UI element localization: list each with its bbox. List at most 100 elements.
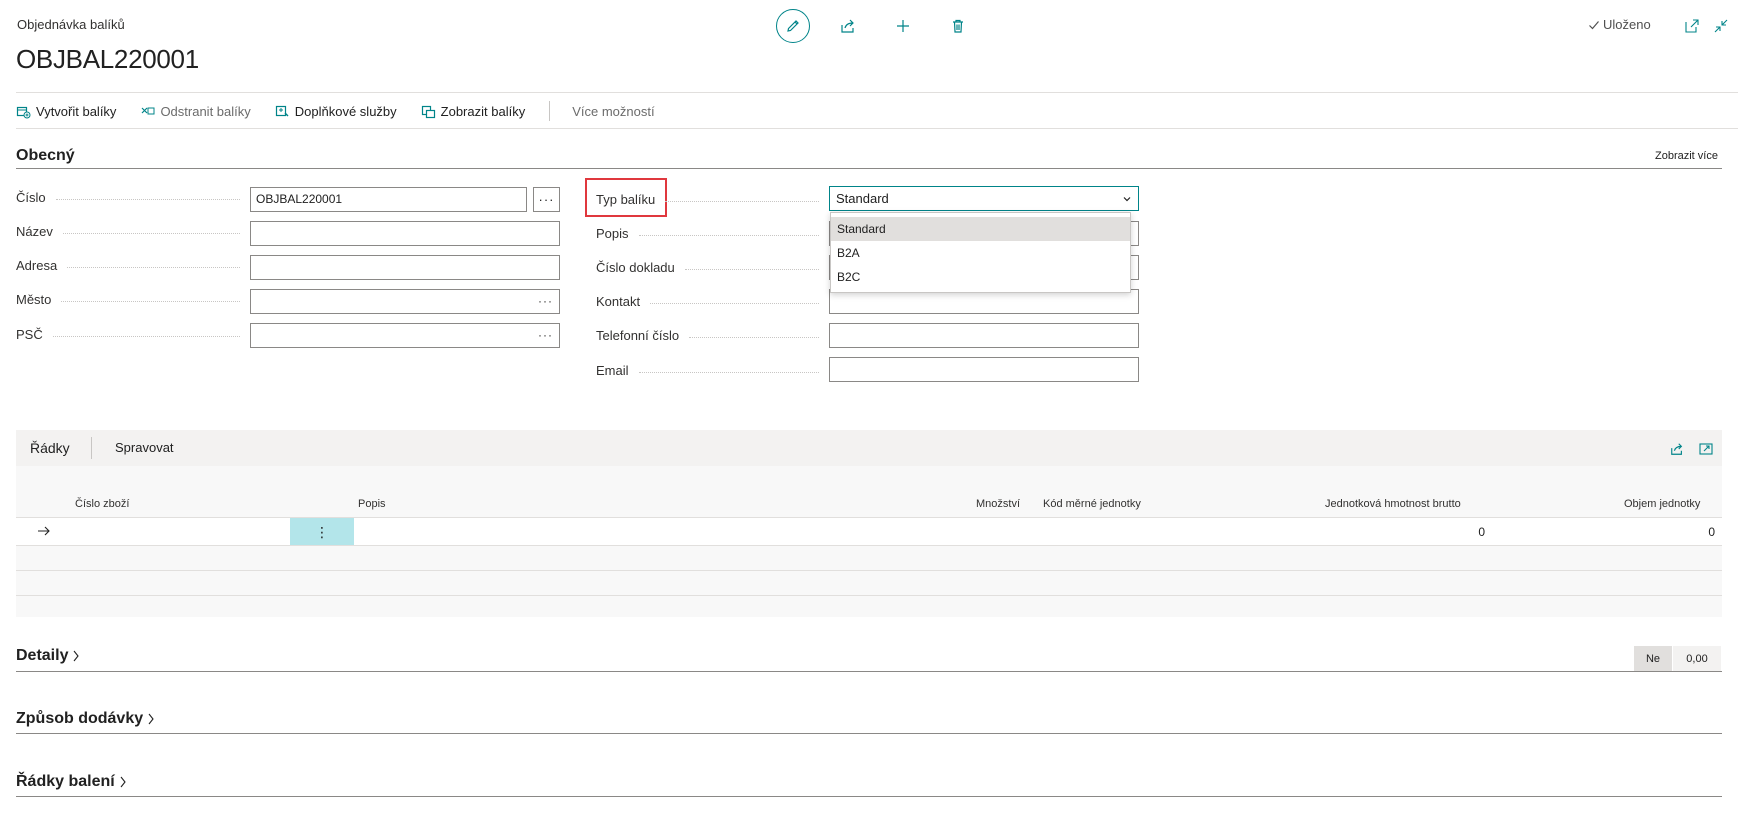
tab-lines[interactable]: Řádky	[30, 440, 70, 456]
pencil-icon	[785, 18, 801, 34]
field-package-type: Typ balíku	[596, 192, 829, 207]
packing-lines-section-line	[16, 796, 1722, 797]
collapse-button[interactable]	[1712, 17, 1730, 35]
field-number: Číslo	[16, 190, 250, 205]
additional-services-icon	[275, 104, 290, 119]
col-gross-weight[interactable]: Jednotková hmotnost brutto	[1325, 498, 1461, 510]
row-actions-button[interactable]: ⋮	[290, 518, 354, 545]
field-contact: Kontakt	[596, 294, 829, 309]
share-icon	[840, 18, 856, 34]
create-packages-button[interactable]: Vytvořit balíky	[16, 104, 116, 119]
show-packages-label: Zobrazit balíky	[440, 103, 526, 119]
more-options-label: Více možností	[572, 103, 655, 119]
more-vertical-icon: ⋮	[315, 523, 329, 540]
delete-button[interactable]	[941, 9, 975, 43]
col-quantity[interactable]: Množství	[976, 498, 1020, 510]
phone-input[interactable]	[829, 323, 1139, 348]
action-bar: Vytvořit balíky Odstranit balíky Doplňko…	[16, 100, 679, 122]
col-item-number[interactable]: Číslo zboží	[75, 498, 129, 510]
delivery-section-title[interactable]: Způsob dodávky	[16, 710, 155, 728]
trash-icon	[950, 18, 966, 34]
delivery-label: Způsob dodávky	[16, 710, 144, 727]
field-address: Adresa	[16, 258, 250, 273]
saved-status: Uloženo	[1588, 17, 1651, 32]
new-button[interactable]	[886, 9, 920, 43]
field-doc-number: Číslo dokladu	[596, 260, 829, 275]
show-more-link[interactable]: Zobrazit více	[1655, 150, 1718, 162]
field-address-label: Adresa	[16, 258, 58, 273]
address-input[interactable]	[250, 255, 560, 280]
name-input[interactable]	[250, 221, 560, 246]
show-packages-button[interactable]: Zobrazit balíky	[421, 103, 526, 119]
field-doc-number-label: Číslo dokladu	[596, 260, 675, 275]
open-new-window-button[interactable]	[1683, 17, 1701, 35]
delivery-section-line	[16, 733, 1722, 734]
chevron-right-icon	[147, 712, 155, 726]
chevron-right-icon	[119, 775, 127, 789]
details-label: Detaily	[16, 647, 69, 664]
grid-row-line	[16, 545, 1722, 546]
actionbar-divider	[16, 128, 1738, 129]
tab-manage[interactable]: Spravovat	[115, 440, 174, 455]
lines-expand-button[interactable]	[1697, 440, 1715, 458]
field-name: Název	[16, 224, 250, 239]
number-input[interactable]: OBJBAL220001	[250, 187, 527, 212]
table-row[interactable]	[16, 518, 1722, 545]
breadcrumb: Objednávka balíků	[17, 17, 125, 32]
details-section-line	[16, 671, 1722, 672]
number-lookup-button[interactable]: ···	[533, 187, 560, 212]
zip-lookup-icon[interactable]: ···	[538, 328, 553, 342]
email-input[interactable]	[829, 357, 1139, 382]
remove-packages-icon	[140, 104, 155, 119]
cell-gross-weight[interactable]: 0	[1470, 525, 1485, 539]
package-type-select[interactable]: Standard	[829, 186, 1139, 211]
field-email: Email	[596, 363, 829, 378]
share-button[interactable]	[831, 9, 865, 43]
field-package-type-label: Typ balíku	[596, 192, 656, 207]
field-phone-label: Telefonní číslo	[596, 328, 680, 343]
more-options-button[interactable]: Více možností	[572, 104, 654, 119]
general-section-line	[16, 168, 1722, 169]
remove-packages-button[interactable]: Odstranit balíky	[140, 104, 251, 119]
plus-icon	[895, 18, 911, 34]
col-uom[interactable]: Kód měrné jednotky	[1043, 498, 1141, 510]
tab-separator	[91, 437, 92, 459]
grid-row-line	[16, 595, 1722, 596]
ellipsis-icon: ···	[538, 192, 555, 207]
field-contact-label: Kontakt	[596, 294, 641, 309]
package-type-value: Standard	[836, 191, 889, 206]
share-icon	[1670, 442, 1684, 456]
city-input[interactable]: ···	[250, 289, 560, 314]
action-separator	[549, 101, 551, 121]
general-section-title[interactable]: Obecný	[16, 147, 75, 165]
dropdown-option[interactable]: B2A	[831, 241, 1130, 265]
lines-share-button[interactable]	[1668, 440, 1686, 458]
chevron-down-icon	[1122, 194, 1132, 204]
package-type-dropdown: Standard B2A B2C	[830, 212, 1131, 293]
collapse-icon	[1714, 19, 1728, 33]
lines-toolbar	[16, 430, 1722, 466]
col-description[interactable]: Popis	[358, 498, 386, 510]
city-lookup-icon[interactable]: ···	[538, 294, 553, 308]
packing-lines-section-title[interactable]: Řádky balení	[16, 773, 127, 791]
edit-button[interactable]	[776, 9, 810, 43]
create-packages-icon	[16, 104, 31, 119]
current-row-arrow-icon	[36, 524, 52, 538]
grid-row-line	[16, 570, 1722, 571]
details-flag-badge: Ne	[1634, 646, 1672, 671]
show-packages-icon	[421, 104, 436, 119]
dropdown-option[interactable]: Standard	[831, 217, 1130, 241]
cell-unit-volume[interactable]: 0	[1700, 525, 1715, 539]
open-in-new-icon	[1685, 19, 1699, 33]
header-divider	[16, 92, 1738, 93]
col-unit-volume[interactable]: Objem jednotky	[1624, 498, 1700, 510]
details-section-title[interactable]: Detaily	[16, 647, 80, 665]
field-city-label: Město	[16, 292, 52, 307]
field-zip-label: PSČ	[16, 327, 43, 342]
field-name-label: Název	[16, 224, 53, 239]
zip-input[interactable]: ···	[250, 323, 560, 348]
additional-services-button[interactable]: Doplňkové služby	[275, 104, 397, 119]
dropdown-option[interactable]: B2C	[831, 265, 1130, 289]
additional-services-label: Doplňkové služby	[294, 103, 397, 119]
packing-lines-label: Řádky balení	[16, 773, 115, 790]
